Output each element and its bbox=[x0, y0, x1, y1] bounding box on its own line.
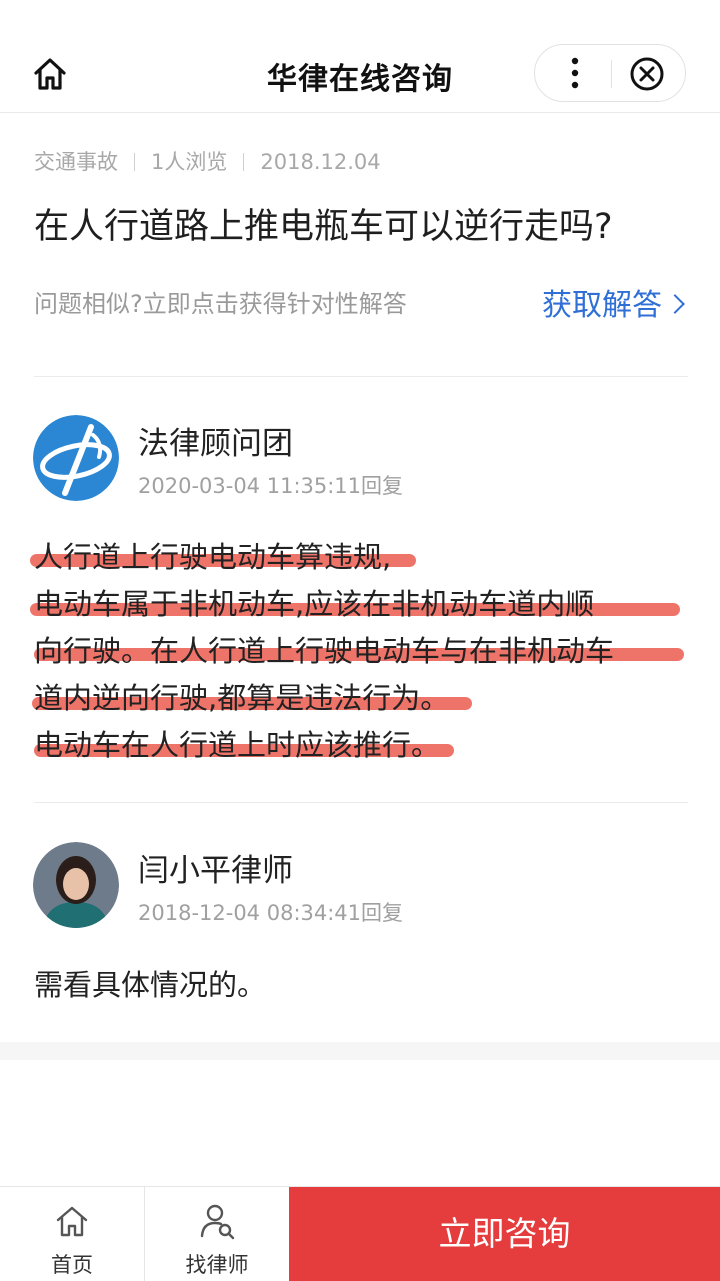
question-meta: 交通事故 1人浏览 2018.12.04 bbox=[34, 146, 381, 176]
avatar[interactable] bbox=[33, 415, 119, 501]
author-name[interactable]: 法律顾问团 bbox=[138, 418, 293, 463]
category-tag[interactable]: 交通事故 bbox=[34, 150, 118, 174]
status-bar bbox=[0, 0, 720, 34]
reply-time: 2018-12-04 08:34:41回复 bbox=[138, 901, 404, 925]
tab-home-label: 首页 bbox=[51, 1253, 93, 1277]
reply-time: 2020-03-04 11:35:11回复 bbox=[138, 474, 404, 498]
mini-program-capsule bbox=[534, 44, 686, 102]
view-count: 1人浏览 bbox=[151, 150, 228, 174]
navigation-bar: 华律在线咨询 bbox=[0, 34, 720, 113]
get-answer-label: 获取解答 bbox=[542, 288, 662, 323]
section-divider bbox=[34, 802, 688, 803]
home-icon bbox=[56, 1206, 88, 1237]
tab-find-lawyer[interactable]: 找律师 bbox=[145, 1187, 289, 1281]
find-lawyer-icon bbox=[200, 1204, 235, 1240]
more-icon[interactable] bbox=[553, 53, 597, 93]
similar-question-prompt: 问题相似?立即点击获得针对性解答 bbox=[34, 290, 407, 318]
answer-body: 需看具体情况的。 bbox=[34, 968, 267, 1002]
consult-now-button[interactable]: 立即咨询 bbox=[289, 1187, 720, 1281]
section-gap bbox=[0, 1042, 720, 1060]
meta-divider bbox=[243, 153, 245, 171]
answer-line: 向行驶。在人行道上行驶电动车与在非机动车 bbox=[34, 628, 694, 675]
bottom-tab-bar: 首页 找律师 立即咨询 bbox=[0, 1186, 720, 1281]
question-date: 2018.12.04 bbox=[260, 150, 381, 174]
chevron-right-icon bbox=[665, 294, 685, 314]
answer-body: 人行道上行驶电动车算违规, 电动车属于非机动车,应该在非机动车道内顺 向行驶。在… bbox=[30, 534, 694, 769]
meta-divider bbox=[134, 153, 135, 171]
answer-line: 电动车属于非机动车,应该在非机动车道内顺 bbox=[30, 581, 694, 628]
answer-line: 电动车在人行道上时应该推行。 bbox=[34, 722, 694, 769]
get-answer-link[interactable]: 获取解答 bbox=[542, 280, 685, 324]
tab-home[interactable]: 首页 bbox=[0, 1187, 144, 1281]
answer-line: 道内逆向行驶,都算是违法行为。 bbox=[32, 675, 694, 722]
avatar[interactable] bbox=[33, 842, 119, 928]
close-icon[interactable] bbox=[627, 54, 667, 94]
author-name[interactable]: 闫小平律师 bbox=[138, 845, 293, 890]
answer-line: 人行道上行驶电动车算违规, bbox=[30, 534, 694, 581]
tab-find-lawyer-label: 找律师 bbox=[185, 1253, 249, 1277]
question-title: 在人行道路上推电瓶车可以逆行走吗? bbox=[34, 207, 613, 247]
section-divider bbox=[34, 376, 688, 377]
capsule-divider bbox=[611, 60, 612, 88]
